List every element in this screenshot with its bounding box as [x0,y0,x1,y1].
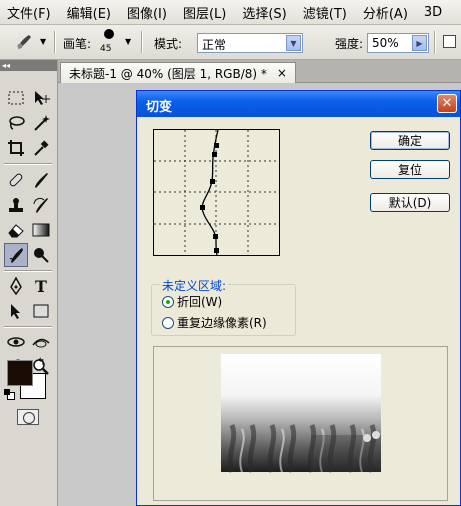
menu-select[interactable]: 选择(S) [235,3,295,22]
brush-picker[interactable]: 45 [98,27,120,57]
repeat-edge-radio[interactable] [162,316,174,329]
pen-icon[interactable] [4,274,28,298]
reset-button[interactable]: 复位 [370,160,450,179]
chevron-down-icon[interactable]: ▼ [125,37,131,46]
chevron-down-icon[interactable]: ▼ [286,35,301,51]
strength-label: 强度: [335,37,364,51]
repeat-edge-option[interactable]: 重复边缘像素(R) [162,314,267,331]
menu-analysis[interactable]: 分析(A) [356,3,417,22]
sample-all-checkbox[interactable] [443,35,456,48]
eraser-icon[interactable] [4,218,28,242]
brush-icon [17,35,31,49]
undefined-area-group: 未定义区域: 折回(W) 重复边缘像素(R) [151,277,296,336]
undefined-area-label: 未定义区域: [160,277,229,294]
panel-collapse-icon[interactable]: ◂◂ [0,60,57,71]
eyedropper-icon[interactable] [29,136,53,160]
shear-curve-graph[interactable] [153,129,280,256]
wrap-option[interactable]: 折回(W) [162,293,222,310]
crop-icon[interactable] [4,136,28,160]
shear-curve-canvas [154,129,279,256]
mode-value: 正常 [202,38,227,52]
preview-area [153,346,448,501]
brush-tool-icon[interactable] [29,168,53,192]
menu-image[interactable]: 图像(I) [120,3,176,22]
magic-wand-icon[interactable] [29,111,53,135]
ok-button[interactable]: 确定 [370,131,450,150]
shape-icon[interactable] [29,299,53,323]
toolbox: ◂◂ T ↰ [0,60,58,506]
healing-icon[interactable] [4,168,28,192]
brush-size: 45 [100,44,112,54]
wrap-radio[interactable] [162,295,174,308]
curve-point[interactable] [212,152,217,157]
menu-bar: 文件(F) 编辑(E) 图像(I) 图层(L) 选择(S) 滤镜(T) 分析(A… [0,0,461,25]
dialog-title: 切变 [146,100,173,115]
path-select-icon[interactable] [4,299,28,323]
mode-label: 模式: [154,37,183,51]
history-brush-icon[interactable] [29,193,53,217]
curve-point[interactable] [200,205,205,210]
document-tab-bar: 未标题-1 @ 40% (图层 1, RGB/8) * × [58,60,461,83]
document-tab[interactable]: 未标题-1 @ 40% (图层 1, RGB/8) * × [60,62,296,83]
3d-rotate-icon[interactable] [4,330,28,354]
brush-label: 画笔: [63,37,92,51]
move-icon[interactable] [29,86,53,110]
foreground-color-swatch[interactable] [7,360,33,386]
dialog-titlebar[interactable]: 切变 ✕ [137,91,460,117]
curve-point[interactable] [214,143,219,148]
curve-point[interactable] [213,234,218,239]
curve-point[interactable] [214,248,219,253]
chevron-right-icon[interactable]: ▶ [412,35,427,51]
swap-colors-icon[interactable]: ↰ [37,357,45,368]
menu-3d[interactable]: 3D [417,5,451,20]
default-colors-icon[interactable] [4,389,15,400]
menu-filter[interactable]: 滤镜(T) [296,3,356,22]
close-icon[interactable]: × [277,66,287,80]
strength-value: 50% [372,36,399,50]
smudge-icon[interactable] [4,243,28,267]
strength-input[interactable]: 50% ▶ [367,33,429,53]
lasso-icon[interactable] [4,111,28,135]
wrap-label: 折回(W) [177,295,223,309]
type-icon[interactable]: T [29,274,53,298]
marquee-icon[interactable] [4,86,28,110]
menu-file[interactable]: 文件(F) [0,3,60,22]
dialog-close-button[interactable]: ✕ [437,94,457,113]
close-icon: ✕ [441,96,453,111]
dodge-icon[interactable] [29,243,53,267]
options-bar: ▼ 画笔: 45 ▼ 模式: 正常 ▼ 强度: 50% ▶ [0,25,461,60]
preview-image [221,354,381,473]
curve-point[interactable] [210,179,215,184]
shear-dialog: 切变 ✕ 确定 复位 默认(D) 未定义区域: 折回(W) 重复边缘像素(R) [136,90,461,506]
menu-edit[interactable]: 编辑(E) [60,3,120,22]
document-title: 未标题-1 @ 40% (图层 1, RGB/8) * [69,66,267,81]
repeat-edge-label: 重复边缘像素(R) [177,316,267,330]
stamp-icon[interactable] [4,193,28,217]
tool-preset-button[interactable] [14,32,34,52]
quick-mask-icon[interactable] [17,409,39,425]
default-button[interactable]: 默认(D) [370,193,450,212]
gradient-icon[interactable] [29,218,53,242]
menu-layer[interactable]: 图层(L) [176,3,235,22]
chevron-down-icon[interactable]: ▼ [40,37,46,46]
3d-orbit-icon[interactable] [29,330,53,354]
mode-select[interactable]: 正常 ▼ [197,33,303,53]
